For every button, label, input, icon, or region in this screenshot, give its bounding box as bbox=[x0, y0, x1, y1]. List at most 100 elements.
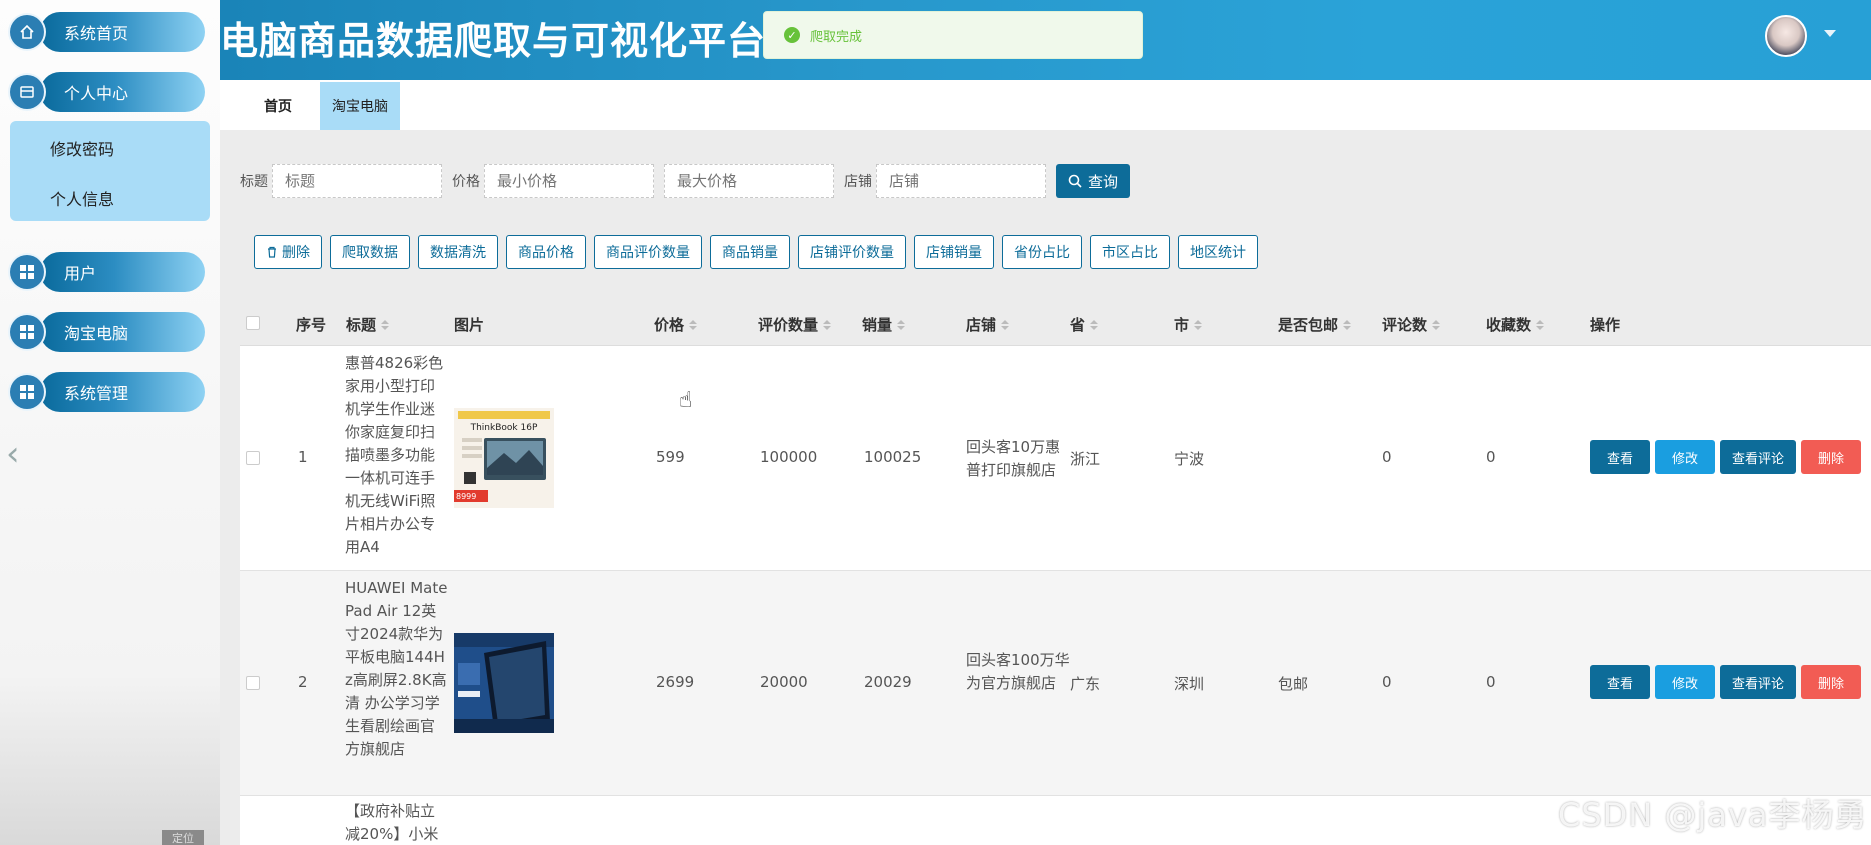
row-delete-button[interactable]: 删除 bbox=[1801, 665, 1861, 699]
sidebar: 系统首页 个人中心 修改密码 个人信息 用户 淘宝电脑 系统管理 ‹ 定位 bbox=[0, 0, 220, 845]
grid-icon bbox=[10, 315, 44, 349]
success-toast: ✓ 爬取完成 bbox=[763, 11, 1143, 59]
nav-item-system-management[interactable]: 系统管理 bbox=[10, 372, 205, 412]
price-label: 价格 bbox=[452, 174, 480, 190]
title-label: 标题 bbox=[240, 174, 268, 190]
row-index: 1 bbox=[298, 448, 308, 466]
tab-bar: 首页 淘宝电脑 bbox=[220, 80, 1871, 130]
row-sales: 20029 bbox=[864, 673, 912, 691]
nav-item-taobao-computers[interactable]: 淘宝电脑 bbox=[10, 312, 205, 352]
title-input[interactable] bbox=[272, 164, 442, 198]
check-circle-icon: ✓ bbox=[784, 27, 800, 43]
header-city[interactable]: 市 bbox=[1174, 314, 1203, 335]
sort-icon bbox=[823, 319, 832, 330]
image-caption: ThinkBook 16P bbox=[470, 423, 538, 433]
nav-label-users: 用户 bbox=[64, 264, 97, 283]
submenu-item-personal-info[interactable]: 个人信息 bbox=[50, 186, 114, 210]
view-comments-button[interactable]: 查看评论 bbox=[1720, 440, 1796, 474]
crawl-data-button[interactable]: 爬取数据 bbox=[330, 235, 410, 269]
header-comment-count[interactable]: 评论数 bbox=[1382, 314, 1441, 335]
header-free-shipping[interactable]: 是否包邮 bbox=[1278, 314, 1352, 335]
chevron-left-icon[interactable]: ‹ bbox=[6, 434, 20, 474]
product-image[interactable]: ThinkBook 16P 8999 bbox=[454, 408, 554, 508]
nav-item-profile-center[interactable]: 个人中心 bbox=[10, 72, 205, 112]
table-row: 1 惠普4826彩色家用小型打印机学生作业迷你家庭复印扫描喷墨多功能一体机可连手… bbox=[240, 346, 1871, 571]
city-share-button[interactable]: 市区占比 bbox=[1090, 235, 1170, 269]
row-checkbox[interactable] bbox=[246, 676, 260, 690]
nav-item-users[interactable]: 用户 bbox=[10, 252, 205, 292]
header-operations: 操作 bbox=[1590, 316, 1621, 334]
view-comments-button[interactable]: 查看评论 bbox=[1720, 665, 1796, 699]
province-share-button[interactable]: 省份占比 bbox=[1002, 235, 1082, 269]
action-toolbar: 删除 爬取数据 数据清洗 商品价格 商品评价数量 商品销量 店铺评价数量 店铺销… bbox=[254, 235, 1258, 269]
max-price-input[interactable] bbox=[664, 164, 834, 198]
row-delete-button[interactable]: 删除 bbox=[1801, 440, 1861, 474]
header-shop[interactable]: 店铺 bbox=[966, 314, 1010, 335]
view-button[interactable]: 查看 bbox=[1590, 665, 1650, 699]
delete-button[interactable]: 删除 bbox=[254, 235, 322, 269]
edit-button[interactable]: 修改 bbox=[1655, 665, 1715, 699]
grid-icon bbox=[10, 375, 44, 409]
avatar[interactable] bbox=[1765, 15, 1807, 57]
header: 电脑商品数据爬取与可视化平台 ✓ 爬取完成 bbox=[220, 0, 1871, 80]
region-stats-button[interactable]: 地区统计 bbox=[1178, 235, 1258, 269]
profile-card-icon bbox=[10, 75, 44, 109]
query-button-label: 查询 bbox=[1088, 173, 1119, 191]
submenu-item-change-password[interactable]: 修改密码 bbox=[50, 136, 114, 160]
header-sales[interactable]: 销量 bbox=[862, 314, 906, 335]
min-price-input[interactable] bbox=[484, 164, 654, 198]
header-review-count[interactable]: 评价数量 bbox=[758, 314, 832, 335]
trash-icon bbox=[268, 246, 276, 258]
product-table: 序号 标题 图片 价格 评价数量 销量 店铺 省 市 是否包邮 评论数 收藏数 … bbox=[240, 300, 1871, 845]
row-shop: 回头客100万华为官方旗舰店 bbox=[966, 651, 1070, 692]
product-price-button[interactable]: 商品价格 bbox=[506, 235, 586, 269]
sort-icon bbox=[381, 319, 390, 330]
nav-item-home[interactable]: 系统首页 bbox=[10, 12, 205, 52]
shop-sales-button[interactable]: 店铺销量 bbox=[914, 235, 994, 269]
app-title: 电脑商品数据爬取与可视化平台 bbox=[220, 19, 767, 63]
row-province: 浙江 bbox=[1070, 450, 1101, 468]
row-free-shipping: 包邮 bbox=[1278, 675, 1309, 693]
row-price: 2699 bbox=[656, 673, 695, 691]
header-province[interactable]: 省 bbox=[1070, 314, 1099, 335]
sort-icon bbox=[1343, 319, 1352, 330]
row-favorite-count: 0 bbox=[1486, 448, 1496, 466]
table-header: 序号 标题 图片 价格 评价数量 销量 店铺 省 市 是否包邮 评论数 收藏数 … bbox=[240, 300, 1871, 346]
query-button[interactable]: 查询 bbox=[1056, 164, 1131, 198]
sort-icon bbox=[1194, 319, 1203, 330]
shop-review-count-button[interactable]: 店铺评价数量 bbox=[798, 235, 906, 269]
product-review-count-button[interactable]: 商品评价数量 bbox=[594, 235, 702, 269]
row-city: 宁波 bbox=[1174, 450, 1205, 468]
tab-home[interactable]: 首页 bbox=[252, 82, 304, 130]
main-content: 标题 价格 店铺 查询 删除 爬取数据 数据清洗 商品价格 商品评价数量 商品销… bbox=[220, 130, 1871, 845]
row-comment-count: 0 bbox=[1382, 448, 1392, 466]
header-title[interactable]: 标题 bbox=[346, 314, 390, 335]
row-comment-count: 0 bbox=[1382, 673, 1392, 691]
shop-label: 店铺 bbox=[844, 174, 872, 190]
header-price[interactable]: 价格 bbox=[654, 314, 698, 335]
view-button[interactable]: 查看 bbox=[1590, 440, 1650, 474]
row-checkbox[interactable] bbox=[246, 451, 260, 465]
edit-button[interactable]: 修改 bbox=[1655, 440, 1715, 474]
tab-taobao-computers[interactable]: 淘宝电脑 bbox=[320, 82, 400, 130]
header-favorite-count[interactable]: 收藏数 bbox=[1486, 314, 1545, 335]
hand-pointer-icon: ☝ bbox=[679, 388, 693, 413]
sort-icon bbox=[1090, 319, 1099, 330]
row-title: 【政府补贴立减20%】小米 bbox=[345, 802, 439, 843]
header-image: 图片 bbox=[454, 316, 485, 334]
sort-icon bbox=[689, 319, 698, 330]
data-cleaning-button[interactable]: 数据清洗 bbox=[418, 235, 498, 269]
product-image[interactable] bbox=[454, 633, 554, 733]
nav-label-home: 系统首页 bbox=[64, 24, 129, 43]
profile-submenu: 修改密码 个人信息 bbox=[10, 121, 210, 221]
caret-down-icon[interactable] bbox=[1824, 30, 1836, 37]
row-price: 599 bbox=[656, 448, 685, 466]
image-price: 8999 bbox=[456, 492, 476, 501]
shop-input[interactable] bbox=[876, 164, 1046, 198]
row-title: HUAWEI MatePad Air 12英寸2024款华为平板电脑144Hz高… bbox=[345, 579, 448, 758]
nav-label-taobao-computers: 淘宝电脑 bbox=[64, 324, 129, 343]
home-icon bbox=[10, 15, 44, 49]
select-all-checkbox[interactable] bbox=[246, 316, 260, 330]
sort-icon bbox=[897, 319, 906, 330]
product-sales-button[interactable]: 商品销量 bbox=[710, 235, 790, 269]
